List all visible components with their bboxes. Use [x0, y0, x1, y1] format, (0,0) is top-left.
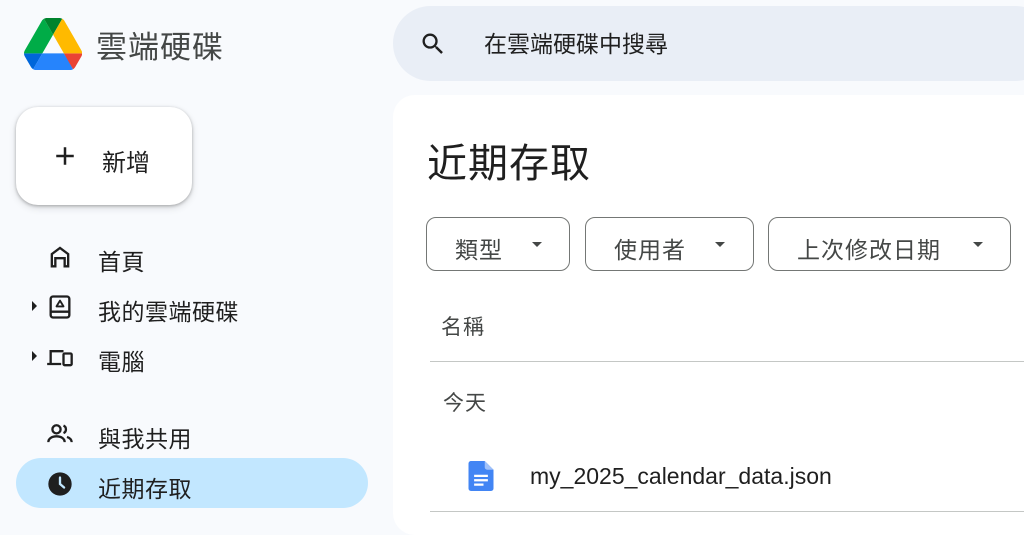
filter-type[interactable]: 類型 [426, 217, 570, 271]
page-title: 近期存取 [427, 142, 591, 186]
divider [430, 361, 1024, 362]
chevron-down-icon [532, 242, 542, 247]
sidebar-item-computers[interactable]: 電腦 [16, 331, 368, 381]
filter-people[interactable]: 使用者 [585, 217, 754, 271]
sidebar-item-home[interactable]: 首頁 [16, 231, 368, 281]
document-icon [468, 461, 494, 491]
filter-label: 類型 [455, 237, 503, 263]
new-button[interactable]: 新增 [16, 107, 192, 205]
computers-icon [47, 350, 73, 367]
main-content: 近期存取 類型 使用者 上次修改日期 名稱 今天 my_2025_calenda… [393, 95, 1024, 535]
my-drive-icon [49, 295, 71, 319]
sidebar-item-label: 與我共用 [98, 426, 192, 452]
chevron-down-icon [715, 242, 725, 247]
shared-people-icon [47, 424, 73, 443]
file-name: my_2025_calendar_data.json [530, 463, 832, 489]
filter-label: 使用者 [614, 237, 686, 263]
plus-icon [56, 147, 74, 165]
home-icon [50, 246, 70, 268]
sidebar-item-label: 我的雲端硬碟 [98, 299, 239, 325]
sidebar-item-label: 首頁 [98, 249, 145, 275]
sidebar-item-shared-with-me[interactable]: 與我共用 [16, 408, 368, 458]
expand-arrow-icon[interactable] [32, 351, 37, 361]
filter-label: 上次修改日期 [797, 237, 941, 263]
sidebar-item-recent[interactable]: 近期存取 [16, 458, 368, 508]
sidebar-item-label: 近期存取 [98, 476, 192, 502]
new-button-label: 新增 [102, 150, 150, 177]
app-name: 雲端硬碟 [96, 29, 224, 65]
column-header-name[interactable]: 名稱 [441, 311, 485, 341]
search-icon[interactable] [419, 30, 447, 58]
sidebar-item-my-drive[interactable]: 我的雲端硬碟 [16, 281, 368, 331]
sidebar-item-label: 電腦 [98, 349, 145, 375]
divider [430, 511, 1024, 512]
group-label-today: 今天 [443, 392, 487, 415]
recent-clock-icon [48, 472, 72, 496]
file-row[interactable]: my_2025_calendar_data.json [430, 447, 1024, 507]
filter-modified-date[interactable]: 上次修改日期 [768, 217, 1011, 271]
app-brand[interactable]: 雲端硬碟 [24, 16, 224, 72]
expand-arrow-icon[interactable] [32, 301, 37, 311]
drive-logo-icon [24, 18, 82, 70]
search-input[interactable] [482, 6, 1006, 83]
chevron-down-icon [973, 242, 983, 247]
search-bar[interactable] [393, 6, 1024, 83]
